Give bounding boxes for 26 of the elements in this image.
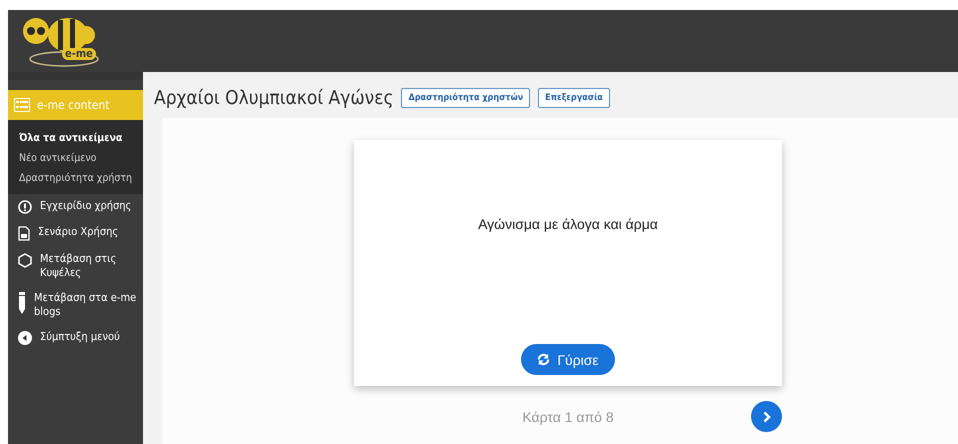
section-label: e-me content bbox=[37, 98, 110, 112]
outline-button[interactable]: Επεξεργασία bbox=[538, 88, 610, 108]
card-text: Αγώνισμα με άλογα και άρμα bbox=[478, 216, 658, 234]
chevron-right-icon bbox=[762, 410, 772, 422]
refresh-icon bbox=[537, 353, 550, 366]
submenu-item[interactable]: Όλα τα αντικείμενα bbox=[8, 128, 143, 148]
next-button[interactable] bbox=[751, 401, 782, 432]
flip-button[interactable]: Γύρισε bbox=[521, 344, 615, 375]
sidebar-item[interactable]: Μετάβαση στις Κυψέλες bbox=[40, 252, 137, 280]
sidebar-item[interactable]: Σύμπτυξη μενού bbox=[40, 330, 120, 344]
logo-text: e-me bbox=[62, 48, 96, 60]
sidebar-item[interactable]: Εγχειρίδιο χρήσης bbox=[40, 199, 132, 213]
info-icon bbox=[18, 200, 32, 214]
outline-button[interactable]: Δραστηριότητα χρηστών bbox=[401, 88, 530, 108]
sidebar-item[interactable]: Σενάριο Χρήσης bbox=[38, 225, 118, 239]
card-counter: Κάρτα 1 από 8 bbox=[522, 408, 614, 424]
page-title: Αρχαίοι Ολυμπιακοί Αγώνες bbox=[154, 87, 394, 109]
document-icon bbox=[18, 226, 30, 241]
logo[interactable]: e-me bbox=[20, 15, 104, 67]
list-icon bbox=[14, 98, 30, 112]
submenu-item[interactable]: Δραστηριότητα χρήστη bbox=[8, 168, 143, 188]
sidebar-item[interactable]: Μετάβαση στα e-me blogs bbox=[34, 291, 137, 319]
collapse-icon bbox=[18, 331, 32, 345]
pencil-icon bbox=[18, 292, 26, 314]
hexagon-icon bbox=[18, 253, 32, 268]
submenu-item[interactable]: Νέο αντικείμενο bbox=[8, 148, 143, 168]
